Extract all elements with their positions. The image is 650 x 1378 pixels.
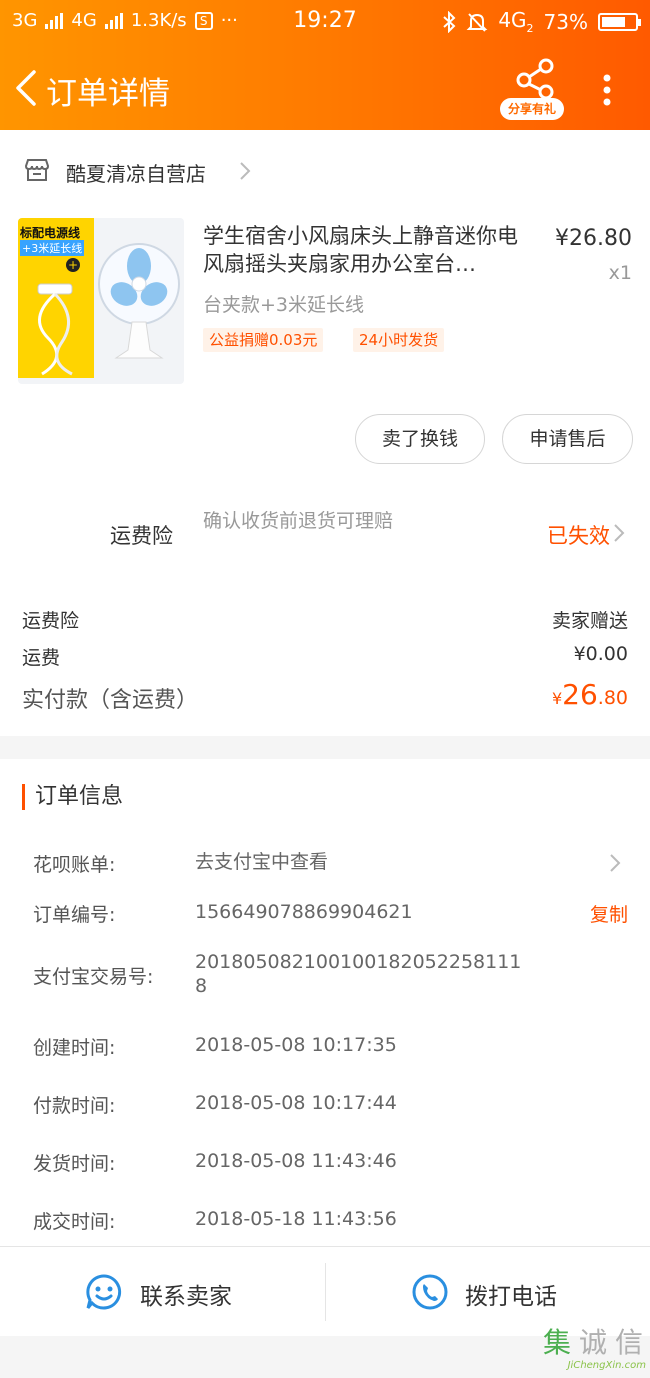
order-info-title: 订单信息 [22, 784, 123, 810]
product-price: ¥26.80 [555, 226, 632, 251]
order-number: 156649078869904621 [195, 901, 413, 923]
watermark-logo: 集 诚 信 JiChengXin.com [528, 1326, 646, 1374]
fee-insurance-row: 运费险 卖家赠送 [22, 606, 628, 633]
mute-bell-icon [466, 12, 488, 32]
share-label: 分享有礼 [500, 98, 564, 120]
done-time-label: 成交时间: [33, 1211, 116, 1233]
thumb-line-2: +3米延长线 [20, 240, 85, 256]
after-sale-button[interactable]: 申请售后 [502, 414, 633, 464]
call-phone-label: 拨打电话 [465, 1284, 557, 1310]
paid-time-label: 付款时间: [33, 1095, 116, 1117]
created-time: 2018-05-08 10:17:35 [195, 1034, 397, 1056]
order-number-label: 订单编号: [33, 904, 116, 926]
share-gift-button[interactable]: 分享有礼 [500, 56, 566, 122]
created-time-label: 创建时间: [33, 1037, 116, 1059]
product-quantity: x1 [608, 262, 632, 284]
bottom-action-bar: 联系卖家 拨打电话 [0, 1246, 650, 1336]
status-bar: 3G 4G 1.3K/s S ··· 19:27 4G2 73% [0, 0, 650, 44]
huabei-label: 花呗账单: [33, 854, 116, 876]
watermark-chars: 集 诚 信 [540, 1326, 646, 1360]
bluetooth-icon [443, 10, 456, 33]
shop-name[interactable]: 酷夏清凉自营店 [66, 158, 206, 187]
product-spec: 台夹款+3米延长线 [203, 294, 365, 316]
alipay-no-label: 支付宝交易号: [33, 966, 154, 988]
page-title: 订单详情 [46, 76, 170, 112]
app-header: 3G 4G 1.3K/s S ··· 19:27 4G2 73% 订单详情 分享… [0, 0, 650, 130]
sell-swap-button[interactable]: 卖了换钱 [355, 414, 485, 464]
fee-shipping-value: ¥0.00 [573, 643, 628, 665]
watermark-char-3: 信 [614, 1326, 643, 1359]
chat-bubble-icon [86, 1274, 122, 1310]
fee-insurance-value: 卖家赠送 [551, 610, 628, 632]
thumb-line-1: 标配电源线 [20, 226, 81, 240]
fan-image-icon [98, 243, 180, 359]
total-amount: ¥26.80 [552, 678, 628, 711]
alipay-trade-number: 201805082100100182052258111 8 [195, 951, 522, 997]
thumb-promo-tag: 标配电源线 +3米延长线 + [18, 218, 94, 378]
back-arrow-icon[interactable] [12, 68, 42, 108]
navbar: 订单详情 分享有礼 [0, 50, 650, 130]
phone-icon [412, 1274, 448, 1310]
more-vertical-icon[interactable] [592, 70, 622, 110]
insurance-label: 运费险 [110, 524, 173, 548]
watermark-char-1: 集 [542, 1326, 571, 1359]
shipped-time-label: 发货时间: [33, 1153, 116, 1175]
chevron-right-icon [610, 854, 621, 872]
watermark-url: JiChengXin.com [567, 1360, 646, 1371]
copy-button[interactable]: 复制 [590, 900, 628, 927]
contact-seller-label: 联系卖家 [140, 1284, 232, 1310]
battery-icon [598, 12, 641, 31]
product-title[interactable]: 学生宿舍小风扇床头上静音迷你电风扇摇头夹扇家用办公室台… [203, 222, 533, 278]
total-label: 实付款（含运费） [22, 688, 199, 713]
watermark-char-2: 诚 [578, 1326, 607, 1359]
huabei-link[interactable]: 去支付宝中查看 [195, 850, 555, 874]
charity-tag: 公益捐赠0.03元 [203, 328, 324, 352]
insurance-desc: 确认收货前退货可理赔 [203, 510, 394, 532]
power-cord-icon [37, 283, 73, 376]
total-currency: ¥ [551, 689, 563, 708]
fee-insurance-label: 运费险 [22, 610, 80, 632]
total-integer: 26 [562, 678, 598, 711]
store-icon [24, 159, 50, 181]
call-phone-button[interactable]: 拨打电话 [326, 1247, 650, 1337]
fee-shipping-row: 运费 ¥0.00 [22, 643, 628, 670]
status-right: 4G2 73% [442, 8, 641, 35]
network-type-right: 4G2 [498, 8, 534, 35]
insurance-status[interactable]: 已失效 [547, 520, 610, 550]
shipping-24h-tag: 24小时发货 [353, 328, 445, 352]
fee-shipping-label: 运费 [22, 647, 61, 669]
share-icon [516, 58, 554, 100]
total-decimal: .80 [597, 687, 628, 709]
contact-seller-button[interactable]: 联系卖家 [0, 1247, 324, 1337]
done-time: 2018-05-18 11:43:56 [195, 1208, 397, 1230]
thumb-plus: + [66, 258, 80, 272]
product-thumbnail[interactable]: 标配电源线 +3米延长线 + [18, 218, 184, 384]
paid-time: 2018-05-08 10:17:44 [195, 1092, 397, 1114]
chevron-right-icon [614, 524, 625, 542]
shipped-time: 2018-05-08 11:43:46 [195, 1150, 397, 1172]
chevron-right-icon [240, 162, 251, 180]
battery-percent: 73% [543, 9, 588, 34]
